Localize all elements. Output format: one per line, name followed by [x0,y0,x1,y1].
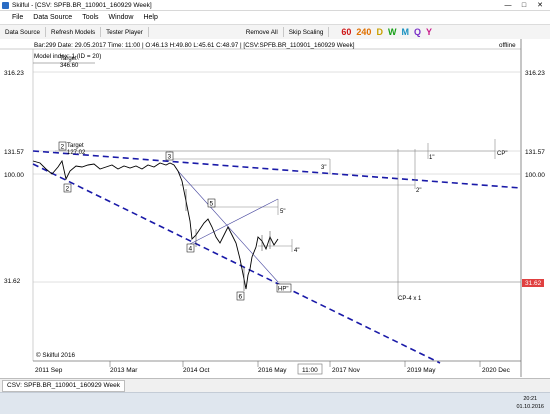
copyright-text: © Skilful 2016 [36,351,75,359]
price-series [32,159,279,290]
menu-window[interactable]: Window [109,14,134,21]
wave-label-3: 3 [168,154,172,161]
time-label-7: 2020 Dec [482,367,511,374]
price-label-100: 100.00 [525,172,545,179]
target-value-1: 346.60 [60,63,79,69]
skip-scaling-button[interactable]: Skip Scaling [284,27,330,37]
app-icon [2,1,9,9]
timeframe-y-button[interactable]: Y [426,27,432,37]
window-controls: — □ ✕ [500,0,548,10]
target-label-1: Target [60,56,77,62]
target-2: 2" [416,188,421,194]
clock-date: 01.10.2016 [516,404,544,410]
target-label-2: Target [67,143,84,149]
trend-line-upper [32,150,522,189]
left-price-131: 131.57 [4,149,24,156]
wave-label-5: 5 [210,201,214,208]
wave-label-4: 4 [189,246,193,253]
status-offline: offline [499,42,516,49]
target-1: 1" [429,155,434,161]
wave-label-2-top: 2 [61,144,65,151]
timeframe-60-button[interactable]: 60 [341,27,351,37]
left-price-100: 100.00 [4,172,24,179]
wave-label-6: 6 [239,294,243,301]
target-cp: CP" [497,151,507,157]
tester-player-button[interactable]: Tester Player [101,27,149,37]
wave-label-2: 2 [66,186,70,193]
time-label-2: 2014 Oct [183,367,210,374]
time-label-0: 2011 Sep [35,367,63,374]
trend-line-lower [32,163,441,364]
time-label-3: 2016 May [258,367,287,374]
left-price-31: 31.62 [4,278,21,285]
time-label-6: 2019 May [407,367,436,374]
timeframe-240-button[interactable]: 240 [356,27,371,37]
left-price-316: 316.23 [4,70,24,77]
close-icon[interactable]: ✕ [532,0,548,10]
target-3: 3" [321,165,326,171]
target-4: 4" [294,248,299,254]
timeframe-d-button[interactable]: D [376,27,383,37]
title-bar: Skilful - [CSV: SPFB.BR_110901_160929 We… [0,0,550,11]
menu-tools[interactable]: Tools [82,14,98,21]
menu-help[interactable]: Help [143,14,157,21]
target-value-2: 127.02 [67,150,86,156]
timeframe-w-button[interactable]: W [388,27,397,37]
taskbar: 20:21 01.10.2016 [0,392,550,414]
remove-all-button[interactable]: Remove All [241,27,284,37]
chart-tab[interactable]: CSV: SPFB.BR_110901_160929 Week [2,380,125,392]
clock-time: 20:21 [523,396,538,402]
time-label-1: 2013 Mar [110,367,138,374]
status-bar: CSV: SPFB.BR_110901_160929 Week [0,378,550,392]
menu-file[interactable]: File [12,14,23,21]
taskbar-clock: 20:21 01.10.2016 [516,395,544,411]
chart-area[interactable]: Bar:299 Date: 29.05.2017 Time: 11:00 | O… [0,39,550,377]
data-source-button[interactable]: Data Source [0,27,47,37]
minimize-icon[interactable]: — [500,0,516,10]
window-title: Skilful - [CSV: SPFB.BR_110901_160929 We… [12,1,152,9]
timeframe-m-button[interactable]: M [401,27,409,37]
refresh-models-button[interactable]: Refresh Models [46,27,102,37]
price-label-131: 131.57 [525,149,545,156]
price-label-316: 316.23 [525,70,545,77]
menu-bar: File Data Source Tools Window Help [0,11,550,23]
timeframe-q-button[interactable]: Q [414,27,421,37]
target-labels: 3" 5" 4" 2" 1" CP" HP" CP-4 x 1 [276,151,507,302]
time-label-5: 2017 Nov [332,367,361,374]
menu-data-source[interactable]: Data Source [33,14,72,21]
target-cp4: CP-4 x 1 [398,296,422,302]
target-5: 5" [280,209,285,215]
info-bar-text: Bar:299 Date: 29.05.2017 Time: 11:00 | O… [34,42,355,49]
maximize-icon[interactable]: □ [516,0,532,10]
target-hp: HP" [278,287,288,293]
price-label-current: 31.62 [525,280,542,287]
toolbar: Data Source Refresh Models Tester Player… [0,24,550,40]
time-label-cursor: 11:00 [302,367,318,374]
